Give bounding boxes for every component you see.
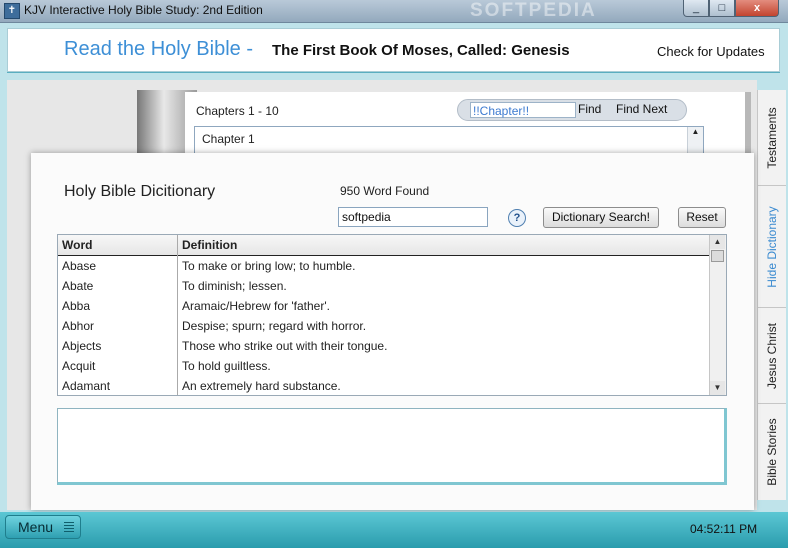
definition-text-box[interactable] [57,408,727,485]
chapter-list-scrollbar[interactable]: ▲ [687,127,703,153]
column-header-definition[interactable]: Definition [178,235,711,255]
book-title: The First Book Of Moses, Called: Genesis [272,42,570,59]
table-row[interactable]: Acquit To hold guiltless. [58,356,711,376]
grip-icon [64,522,74,534]
check-for-updates-link[interactable]: Check for Updates [657,44,765,59]
help-icon[interactable]: ? [508,209,526,227]
word-cell: Adamant [62,379,111,393]
word-cell: Abba [62,299,91,313]
table-row[interactable]: Abba Aramaic/Hebrew for 'father'. [58,296,711,316]
dictionary-title: Holy Bible Dicitionary [64,183,216,200]
table-row[interactable]: Abhor Despise; spurn; regard with horror… [58,316,711,336]
definition-cell: Those who strike out with their tongue. [182,339,388,353]
tab-testaments-label: Testaments [765,106,779,169]
word-count-label: 950 Word Found [340,184,430,198]
word-cell: Abjects [62,339,102,353]
scroll-down-icon[interactable]: ▼ [710,381,725,395]
definition-cell: To hold guiltless. [182,359,271,373]
find-button[interactable]: Find [578,102,601,116]
chapters-range-label: Chapters 1 - 10 [196,104,279,118]
page-title: Read the Holy Bible - [64,38,253,60]
tab-hide-dictionary[interactable]: Hide Dictionary [758,186,786,308]
menu-label: Menu [18,519,54,535]
close-button[interactable]: x [735,0,779,17]
scroll-thumb[interactable] [711,250,724,262]
word-cell: Abate [62,279,94,293]
definition-cell: To make or bring low; to humble. [182,259,356,273]
tab-jesus-christ-label: Jesus Christ [765,322,779,389]
minimize-button[interactable]: _ [683,0,709,17]
chapter-list-item[interactable]: Chapter 1 [202,132,255,146]
tab-testaments[interactable]: Testaments [758,90,786,186]
bottom-bar: Menu 04:52:11 PM [0,512,788,548]
table-scrollbar[interactable]: ▲ ▼ [709,235,726,395]
tab-jesus-christ[interactable]: Jesus Christ [758,308,786,404]
chapter-search-input[interactable]: !!Chapter!! [470,102,576,118]
dictionary-search-button[interactable]: Dictionary Search! [543,207,659,228]
clock: 04:52:11 PM [690,522,758,536]
reset-button[interactable]: Reset [678,207,726,228]
tab-bible-stories-label: Bible Stories [765,418,779,486]
word-cell: Abase [62,259,97,273]
definition-cell: An extremely hard substance. [182,379,341,393]
dictionary-panel: Holy Bible Dicitionary 950 Word Found so… [31,153,754,510]
chapter-search-bar: !!Chapter!! Find Find Next [457,99,687,121]
side-tabs: Testaments Hide Dictionary Jesus Christ … [757,90,786,500]
table-row[interactable]: Abjects Those who strike out with their … [58,336,711,356]
definition-cell: To diminish; lessen. [182,279,287,293]
find-next-button[interactable]: Find Next [616,102,667,116]
table-row[interactable]: Adamant An extremely hard substance. [58,376,711,395]
table-row[interactable]: Abase To make or bring low; to humble. [58,256,711,276]
chapter-list[interactable]: Chapter 1 ▲ [194,126,704,154]
column-header-word[interactable]: Word [58,235,178,255]
dictionary-search-input[interactable]: softpedia [338,207,488,227]
word-cell: Abhor [62,319,95,333]
tab-hide-dictionary-label: Hide Dictionary [765,205,779,288]
table-row[interactable]: Abate To diminish; lessen. [58,276,711,296]
definition-cell: Despise; spurn; regard with horror. [182,319,367,333]
title-bar: ✝ KJV Interactive Holy Bible Study: 2nd … [0,0,788,23]
scroll-up-icon[interactable]: ▲ [710,235,725,249]
header-panel: Read the Holy Bible - The First Book Of … [7,28,780,72]
definition-cell: Aramaic/Hebrew for 'father'. [182,299,330,313]
word-table: Word Definition Abase To make or bring l… [57,234,727,396]
maximize-button[interactable]: □ [709,0,735,17]
menu-button[interactable]: Menu [5,515,81,539]
softpedia-watermark: SOFTPEDIA [470,0,597,21]
window-title: KJV Interactive Holy Bible Study: 2nd Ed… [24,3,263,17]
table-body: Abase To make or bring low; to humble. A… [58,256,711,395]
tab-bible-stories[interactable]: Bible Stories [758,404,786,500]
bible-app-icon: ✝ [4,3,20,19]
table-header: Word Definition [58,235,711,256]
word-cell: Acquit [62,359,96,373]
